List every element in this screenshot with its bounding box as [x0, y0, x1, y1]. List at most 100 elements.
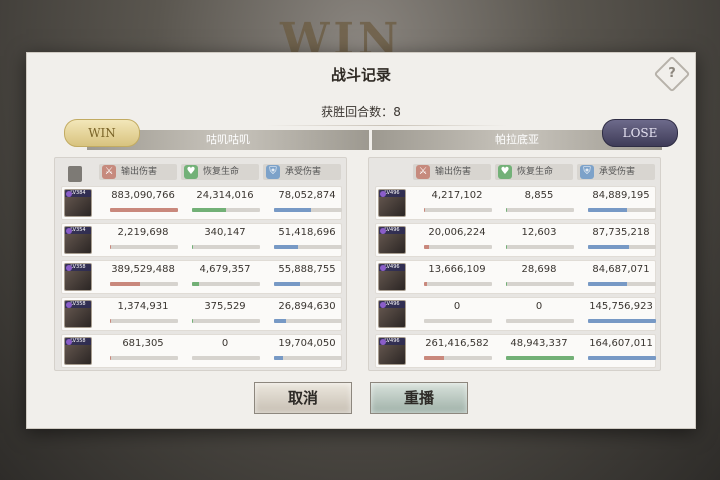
received-bar-fill: [588, 282, 628, 286]
damage-bar-fill: [424, 282, 428, 286]
character-avatar[interactable]: LV384: [64, 189, 92, 217]
received-bar: [588, 319, 656, 323]
heal-value: 12,603: [521, 227, 557, 238]
lose-badge: LOSE: [602, 119, 678, 147]
heal-bar-fill: [506, 245, 507, 249]
character-avatar[interactable]: LV496: [378, 300, 406, 328]
sword-icon: ⚔: [102, 165, 116, 179]
received-bar: [588, 282, 656, 286]
header-heal: ♥ 恢复生命: [181, 164, 259, 180]
heal-bar: [192, 245, 260, 249]
heal-bar: [506, 282, 574, 286]
heal-bar-fill: [192, 208, 226, 212]
character-row: LV496 0 0 145,756,923: [375, 297, 656, 331]
character-row: LV358 389,529,488 4,679,357 55,888,755: [61, 260, 342, 294]
received-value: 19,704,050: [278, 338, 336, 349]
divider: [267, 125, 507, 126]
damage-bar-fill: [424, 245, 430, 249]
character-avatar[interactable]: LV358: [64, 337, 92, 365]
character-row: LV358 1,374,931 375,529 26,894,630: [61, 297, 342, 331]
character-avatar[interactable]: LV358: [64, 263, 92, 291]
header-damage: ⚔ 输出伤害: [99, 164, 177, 180]
received-bar-fill: [274, 319, 287, 323]
received-bar: [274, 208, 342, 212]
character-avatar[interactable]: LV496: [378, 226, 406, 254]
heal-value: 0: [535, 301, 543, 312]
character-avatar[interactable]: LV496: [378, 263, 406, 291]
damage-bar: [424, 319, 492, 323]
heal-value: 0: [221, 338, 229, 349]
rarity-icon: [380, 191, 386, 197]
damage-value: 13,666,109: [428, 264, 486, 275]
rounds-value: 8: [393, 105, 401, 119]
header-heal: ♥ 恢复生命: [495, 164, 573, 180]
received-bar-fill: [274, 208, 311, 212]
damage-bar: [424, 356, 492, 360]
heal-value: 8,855: [524, 190, 554, 201]
damage-bar: [110, 319, 178, 323]
help-button[interactable]: ?: [653, 55, 691, 93]
damage-bar: [424, 208, 492, 212]
character-avatar[interactable]: LV496: [378, 337, 406, 365]
received-bar-fill: [274, 356, 283, 360]
rounds-won: 获胜回合数：8: [27, 103, 695, 120]
character-row: LV496 20,006,224 12,603 87,735,218: [375, 223, 656, 257]
character-avatar[interactable]: LV354: [64, 226, 92, 254]
rarity-icon: [380, 265, 386, 271]
document-icon[interactable]: [68, 166, 82, 182]
damage-bar-fill: [110, 208, 178, 212]
damage-value: 2,219,698: [117, 227, 169, 238]
panel-title: 战斗记录: [330, 66, 391, 84]
damage-bar: [424, 245, 492, 249]
table-header: ⚔ 输出伤害 ♥ 恢复生命 ⛨ 承受伤害: [369, 164, 660, 182]
rarity-icon: [380, 228, 386, 234]
win-badge: WIN: [64, 119, 140, 147]
heart-icon: ♥: [184, 165, 198, 179]
heal-bar: [506, 356, 574, 360]
replay-button[interactable]: 重播: [370, 382, 468, 414]
damage-value: 0: [453, 301, 461, 312]
received-bar-fill: [588, 356, 656, 360]
header-damage: ⚔ 输出伤害: [413, 164, 491, 180]
heal-value: 4,679,357: [199, 264, 251, 275]
heal-value: 48,943,337: [510, 338, 568, 349]
received-bar: [588, 245, 656, 249]
heal-bar-fill: [192, 245, 193, 249]
left-team-stats-table: ⚔ 输出伤害 ♥ 恢复生命 ⛨ 承受伤害 LV384 883,090,766 24,314…: [54, 157, 347, 371]
character-avatar[interactable]: LV496: [378, 189, 406, 217]
received-bar: [274, 356, 342, 360]
heart-icon: ♥: [498, 165, 512, 179]
heal-bar: [192, 356, 260, 360]
heal-value: 24,314,016: [196, 190, 254, 201]
received-bar-fill: [588, 245, 629, 249]
received-value: 87,735,218: [592, 227, 650, 238]
heal-bar-fill: [192, 282, 199, 286]
heal-bar: [192, 282, 260, 286]
shield-icon: ⛨: [266, 165, 280, 179]
heal-bar-fill: [506, 356, 574, 360]
character-avatar[interactable]: LV358: [64, 300, 92, 328]
character-row: LV496 261,416,582 48,943,337 164,607,011: [375, 334, 656, 368]
cancel-button[interactable]: 取消: [254, 382, 352, 414]
damage-bar: [110, 282, 178, 286]
received-bar-fill: [588, 319, 656, 323]
received-bar-fill: [274, 282, 300, 286]
received-value: 26,894,630: [278, 301, 336, 312]
received-value: 55,888,755: [278, 264, 336, 275]
character-row: LV358 681,305 0 19,704,050: [61, 334, 342, 368]
damage-value: 261,416,582: [425, 338, 489, 349]
received-bar: [588, 208, 656, 212]
heal-bar-fill: [506, 208, 507, 212]
table-header: ⚔ 输出伤害 ♥ 恢复生命 ⛨ 承受伤害: [55, 164, 346, 182]
damage-value: 20,006,224: [428, 227, 486, 238]
received-bar: [274, 319, 342, 323]
character-row: LV496 13,666,109 28,698 84,687,071: [375, 260, 656, 294]
received-bar-fill: [588, 208, 628, 212]
damage-value: 389,529,488: [111, 264, 175, 275]
heal-bar: [192, 319, 260, 323]
heal-bar-fill: [506, 282, 507, 286]
damage-bar-fill: [110, 245, 112, 249]
rarity-icon: [66, 228, 72, 234]
heal-bar: [506, 319, 574, 323]
damage-bar-fill: [424, 208, 426, 212]
